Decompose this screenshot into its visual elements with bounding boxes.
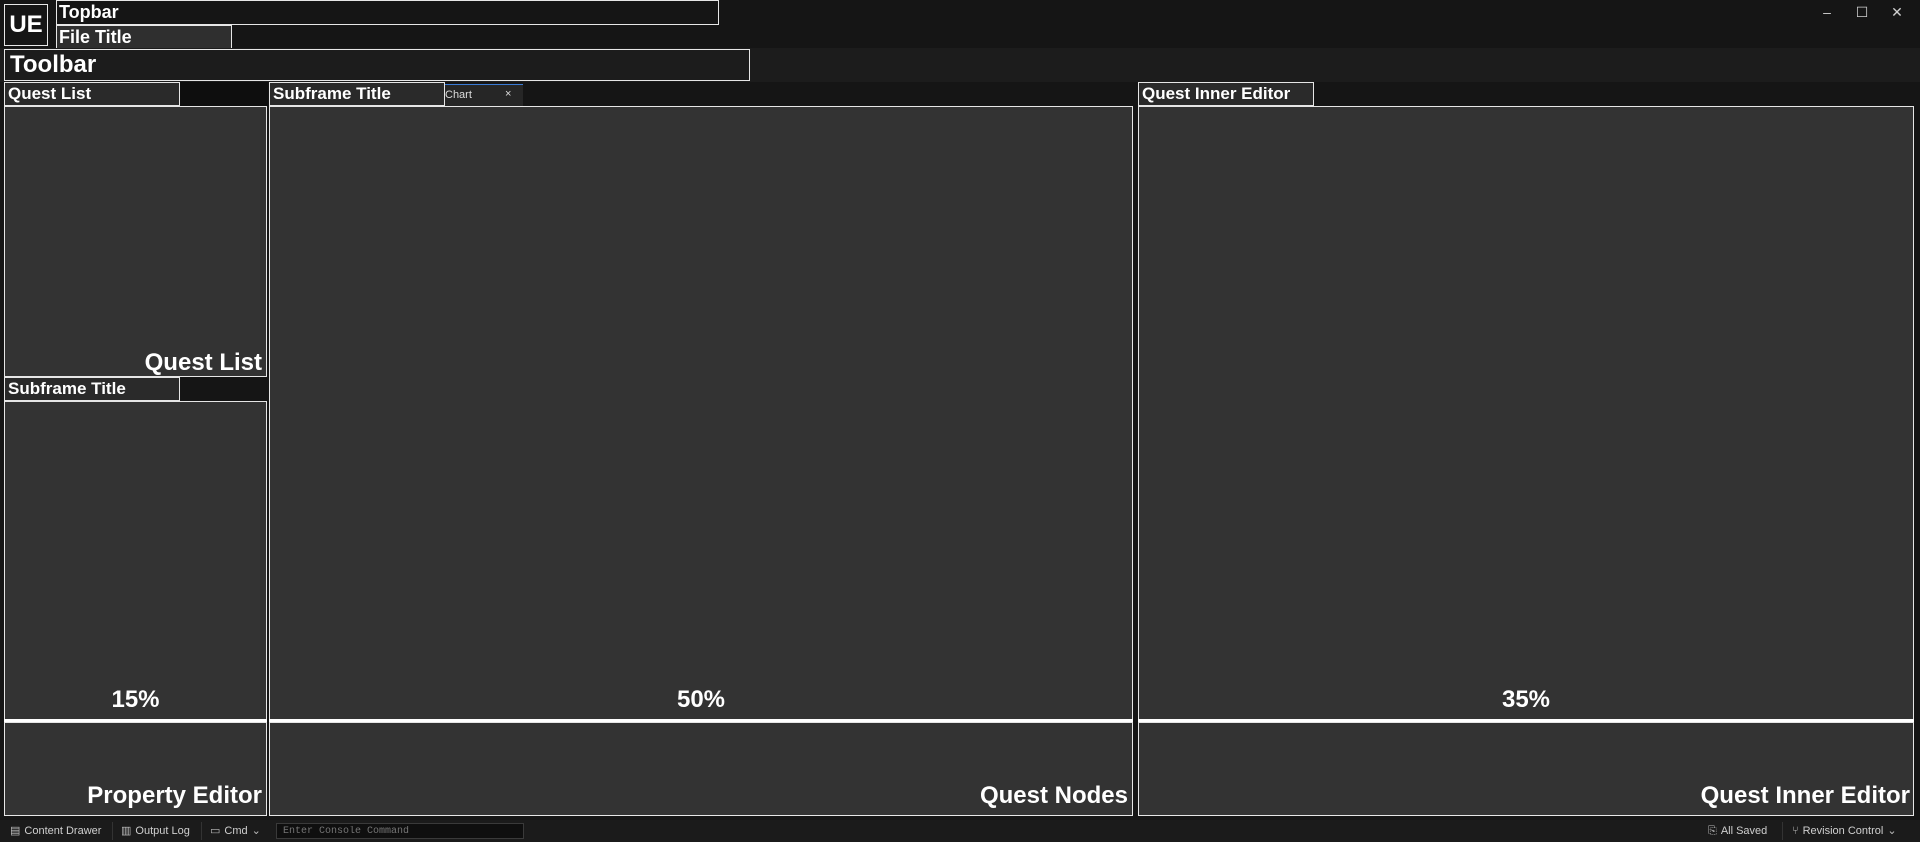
all-saved-button[interactable]: ⎘ All Saved (1708, 822, 1778, 840)
output-log-label: Output Log (135, 825, 190, 837)
console-command-input[interactable] (276, 823, 524, 839)
save-icon: ⎘ (1708, 825, 1717, 837)
all-saved-label: All Saved (1720, 825, 1768, 837)
branch-icon: ⑂ (1792, 825, 1799, 837)
quest-nodes-label: Quest Nodes (979, 782, 1128, 809)
status-separator (1782, 822, 1783, 840)
quest-nodes-graph[interactable] (269, 106, 1133, 721)
log-icon: ▥ (121, 825, 132, 837)
revision-control-label: Revision Control (1802, 825, 1884, 837)
quest-inner-editor-label: Quest Inner Editor (1700, 782, 1910, 809)
content-drawer-button[interactable]: ▤ Content Drawer (10, 822, 110, 840)
minimize-button[interactable]: – (1810, 0, 1844, 24)
property-editor-upper[interactable] (4, 401, 267, 721)
terminal-icon: ▭ (210, 825, 221, 837)
property-editor-label: Property Editor (87, 782, 262, 809)
file-title: File Title (56, 25, 232, 49)
status-separator (201, 822, 202, 840)
topbar-region: Topbar (56, 0, 719, 25)
quest-nodes-percent: 50% (676, 686, 726, 713)
quest-list-panel[interactable] (4, 106, 267, 377)
chevron-down-icon: ⌄ (1887, 825, 1897, 837)
tab-quest-inner-editor[interactable]: Quest Inner Editor (1138, 82, 1314, 106)
close-icon[interactable]: × (505, 84, 521, 104)
revision-control-dropdown[interactable]: ⑂ Revision Control ⌄ (1792, 822, 1907, 840)
cmd-dropdown[interactable]: ▭ Cmd ⌄ (210, 822, 270, 840)
quest-inner-editor-percent: 35% (1501, 686, 1551, 713)
property-editor-percent: 15% (111, 686, 160, 713)
quest-inner-editor-upper[interactable] (1138, 106, 1914, 721)
tab-row-gap (180, 82, 268, 106)
close-window-button[interactable]: ✕ (1880, 0, 1914, 24)
tab-quest-list[interactable]: Quest List (4, 82, 180, 106)
content-drawer-label: Content Drawer (24, 825, 102, 837)
quest-list-label: Quest List (144, 349, 262, 376)
drawer-icon: ▤ (10, 825, 21, 837)
app-logo[interactable]: UE (4, 4, 48, 46)
output-log-button[interactable]: ▥ Output Log (121, 822, 201, 840)
cmd-label: Cmd (224, 825, 248, 837)
maximize-button[interactable]: ☐ (1845, 0, 1879, 24)
toolbar: Toolbar (4, 49, 750, 81)
tab-quest-nodes[interactable]: Subframe Title (269, 82, 445, 106)
chevron-down-icon: ⌄ (251, 825, 261, 837)
status-separator (112, 822, 113, 840)
tab-property-editor[interactable]: Subframe Title (4, 377, 180, 401)
